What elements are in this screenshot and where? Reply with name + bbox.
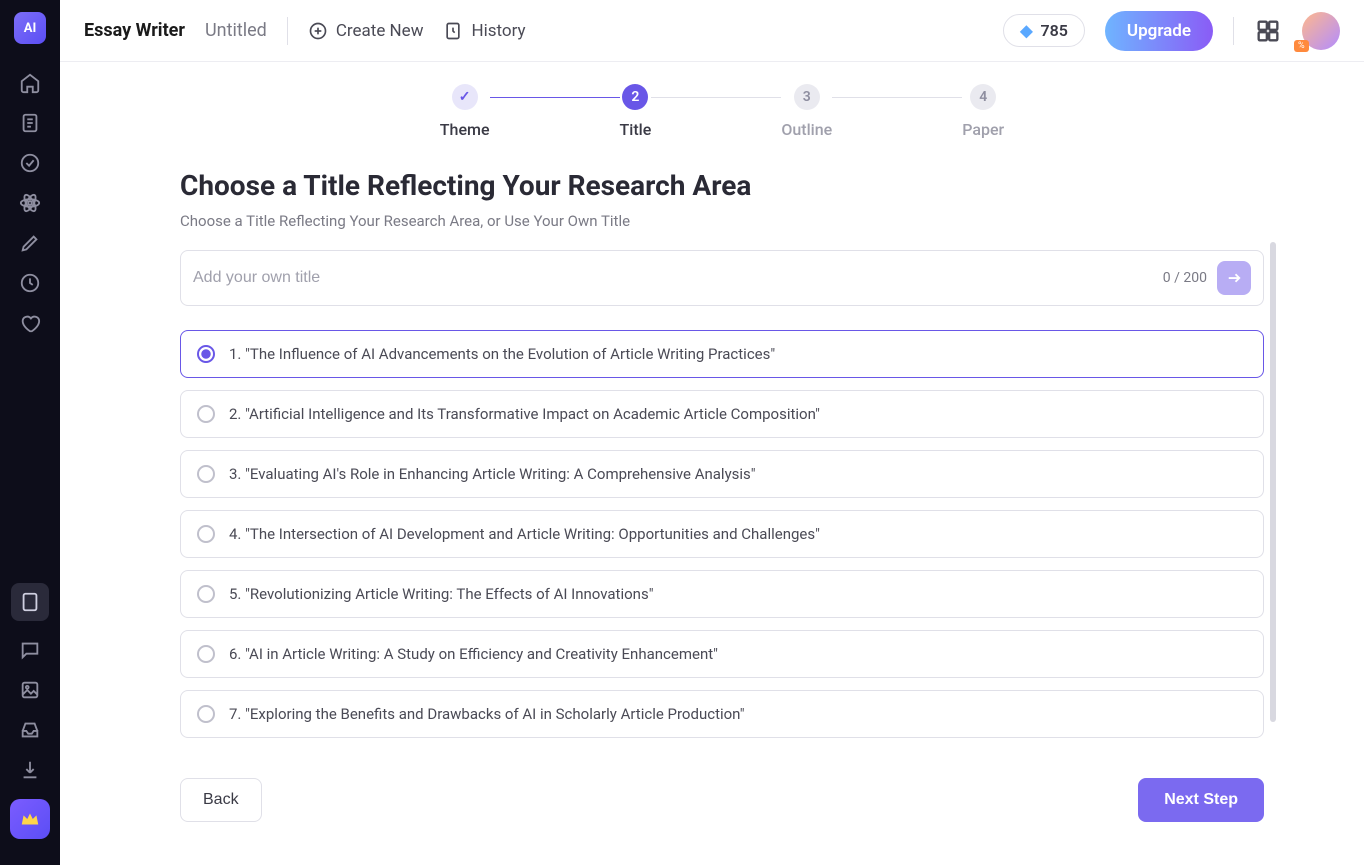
footer: Back Next Step xyxy=(180,778,1264,852)
title-option[interactable]: 2. "Artificial Intelligence and Its Tran… xyxy=(180,390,1264,438)
main: Essay Writer Untitled Create New History… xyxy=(60,0,1364,865)
step-title[interactable]: 2 Title xyxy=(620,84,652,139)
history-label: History xyxy=(471,21,525,41)
radio-icon xyxy=(197,405,215,423)
title-input-row: 0 / 200 xyxy=(180,250,1264,306)
step-circle: ✓ xyxy=(452,84,478,110)
step-label: Paper xyxy=(962,120,1004,139)
option-text: 2. "Artificial Intelligence and Its Tran… xyxy=(229,405,820,423)
app-logo[interactable]: AI xyxy=(14,12,46,44)
create-new-button[interactable]: Create New xyxy=(308,21,424,41)
radio-icon xyxy=(197,465,215,483)
image-icon[interactable] xyxy=(19,679,41,701)
history-button[interactable]: History xyxy=(443,21,525,41)
avatar[interactable]: % xyxy=(1302,12,1340,50)
step-line xyxy=(832,97,962,98)
radio-icon xyxy=(197,705,215,723)
history-doc-icon xyxy=(443,21,463,41)
steps: ✓ Theme 2 Title 3 Outline 4 Paper xyxy=(180,84,1264,139)
create-new-label: Create New xyxy=(336,21,424,41)
title-option[interactable]: 1. "The Influence of AI Advancements on … xyxy=(180,330,1264,378)
radio-icon xyxy=(197,345,215,363)
inbox-icon[interactable] xyxy=(19,719,41,741)
title-option[interactable]: 3. "Evaluating AI's Role in Enhancing Ar… xyxy=(180,450,1264,498)
radio-icon xyxy=(197,585,215,603)
plus-circle-icon xyxy=(308,21,328,41)
arrow-right-icon xyxy=(1225,269,1243,287)
scroll-indicator[interactable] xyxy=(1270,242,1276,722)
next-step-button[interactable]: Next Step xyxy=(1138,778,1264,822)
title-option[interactable]: 4. "The Intersection of AI Development a… xyxy=(180,510,1264,558)
title-option[interactable]: 7. "Exploring the Benefits and Drawbacks… xyxy=(180,690,1264,738)
content: ✓ Theme 2 Title 3 Outline 4 Paper Choose a Titl… xyxy=(60,62,1364,865)
step-theme[interactable]: ✓ Theme xyxy=(440,84,490,139)
history-icon[interactable] xyxy=(19,272,41,294)
char-count: 0 / 200 xyxy=(1163,270,1207,286)
apps-grid-icon[interactable] xyxy=(1254,17,1282,45)
book-icon[interactable] xyxy=(11,583,49,621)
step-line xyxy=(651,97,781,98)
option-text: 3. "Evaluating AI's Role in Enhancing Ar… xyxy=(229,465,756,483)
sidebar: AI xyxy=(0,0,60,865)
chat-icon[interactable] xyxy=(19,639,41,661)
home-icon[interactable] xyxy=(19,72,41,94)
option-text: 1. "The Influence of AI Advancements on … xyxy=(229,345,775,363)
document-icon[interactable] xyxy=(19,112,41,134)
credits-pill[interactable]: ◆ 785 xyxy=(1003,14,1085,47)
step-outline[interactable]: 3 Outline xyxy=(781,84,832,139)
step-circle: 2 xyxy=(622,84,648,110)
heart-icon[interactable] xyxy=(19,312,41,334)
app-title: Essay Writer xyxy=(84,20,185,41)
divider xyxy=(1233,17,1234,45)
step-label: Theme xyxy=(440,120,490,139)
title-option[interactable]: 6. "AI in Article Writing: A Study on Ef… xyxy=(180,630,1264,678)
pencil-icon[interactable] xyxy=(19,232,41,254)
option-text: 4. "The Intersection of AI Development a… xyxy=(229,525,820,543)
crown-icon[interactable] xyxy=(10,799,50,839)
page-subheading: Choose a Title Reflecting Your Research … xyxy=(180,212,1264,230)
radio-icon xyxy=(197,525,215,543)
check-icon[interactable] xyxy=(19,152,41,174)
credits-value: 785 xyxy=(1041,21,1068,40)
upgrade-button[interactable]: Upgrade xyxy=(1105,11,1213,51)
title-input[interactable] xyxy=(193,269,1153,287)
option-text: 7. "Exploring the Benefits and Drawbacks… xyxy=(229,705,745,723)
option-text: 6. "AI in Article Writing: A Study on Ef… xyxy=(229,645,718,663)
download-icon[interactable] xyxy=(19,759,41,781)
title-options: 1. "The Influence of AI Advancements on … xyxy=(180,330,1264,738)
step-line xyxy=(490,97,620,98)
step-label: Title xyxy=(620,120,652,139)
header: Essay Writer Untitled Create New History… xyxy=(60,0,1364,62)
option-text: 5. "Revolutionizing Article Writing: The… xyxy=(229,585,654,603)
atom-icon[interactable] xyxy=(19,192,41,214)
doc-title[interactable]: Untitled xyxy=(205,20,267,41)
step-paper[interactable]: 4 Paper xyxy=(962,84,1004,139)
page-heading: Choose a Title Reflecting Your Research … xyxy=(180,169,1264,202)
step-circle: 4 xyxy=(970,84,996,110)
divider xyxy=(287,17,288,45)
radio-icon xyxy=(197,645,215,663)
step-circle: 3 xyxy=(794,84,820,110)
title-option[interactable]: 5. "Revolutionizing Article Writing: The… xyxy=(180,570,1264,618)
submit-title-button[interactable] xyxy=(1217,261,1251,295)
diamond-icon: ◆ xyxy=(1020,21,1032,40)
step-label: Outline xyxy=(781,120,832,139)
back-button[interactable]: Back xyxy=(180,778,262,822)
avatar-badge: % xyxy=(1294,40,1309,52)
